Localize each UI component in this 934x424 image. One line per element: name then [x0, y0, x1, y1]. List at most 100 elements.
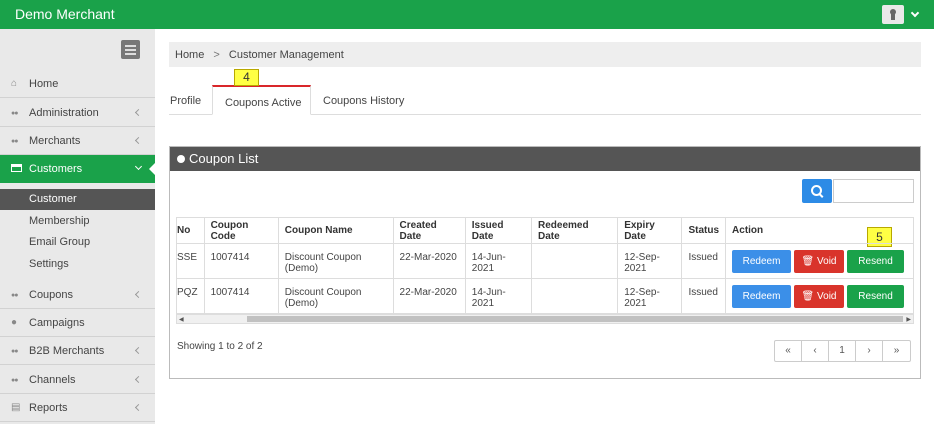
breadcrumb-home[interactable]: Home [175, 49, 204, 61]
resend-button[interactable]: Resend [847, 285, 905, 308]
coupon-list-panel: Coupon List No Coupon Code Coupon Name C… [169, 146, 921, 379]
sidebar-item-customers[interactable]: Customers [0, 155, 155, 183]
panel-header: Coupon List [170, 147, 920, 171]
tab-coupons-active[interactable]: Coupons Active [212, 85, 311, 115]
sidebar-item-coupons[interactable]: Coupons [0, 281, 155, 309]
col-header-no[interactable]: No [176, 217, 205, 244]
card-icon [11, 164, 22, 172]
chevron-left-icon [134, 290, 143, 299]
sidebar-subitem-membership[interactable]: Membership [0, 211, 155, 232]
table-row: PQZ 1007414 Discount Coupon (Demo) 22-Ma… [176, 278, 914, 314]
trash-icon: 🗑 [801, 256, 818, 267]
sidebar-item-merchants[interactable]: Merchants [0, 127, 155, 155]
horizontal-scrollbar[interactable]: ◀ ▶ [176, 314, 914, 324]
col-header-redeemed-date[interactable]: Redeemed Date [530, 217, 619, 244]
chevron-left-icon [134, 375, 143, 384]
resend-button[interactable]: Resend [847, 250, 905, 273]
cell-actions: Redeem 🗑 Void Resend [725, 278, 914, 314]
sidebar: Home Administration Merchants Customers … [0, 29, 155, 424]
trash-icon: 🗑 [801, 291, 818, 302]
sidebar-item-label: Coupons [29, 289, 74, 301]
cell-no: SSE [176, 243, 205, 279]
users-icon [11, 290, 22, 299]
chevron-down-icon [134, 162, 143, 171]
sidebar-subitem-customer[interactable]: Customer [0, 189, 155, 210]
col-header-coupon-name[interactable]: Coupon Name [277, 217, 394, 244]
scroll-left-icon[interactable]: ◀ [179, 316, 184, 323]
pagination: « ‹ 1 › » [774, 340, 911, 362]
top-bar: Demo Merchant [0, 0, 934, 29]
void-label: Void [817, 256, 837, 267]
tab-profile[interactable]: Profile [169, 85, 211, 115]
page-last-button[interactable]: » [883, 341, 910, 361]
scrollbar-thumb[interactable] [247, 316, 903, 322]
cart-icon [11, 403, 22, 412]
scroll-right-icon[interactable]: ▶ [906, 316, 911, 323]
sidebar-item-b2b-merchants[interactable]: B2B Merchants [0, 337, 155, 365]
page-number-button[interactable]: 1 [829, 341, 856, 361]
cell-issued-date: 14-Jun-2021 [464, 278, 533, 314]
col-header-status[interactable]: Status [681, 217, 727, 244]
sidebar-item-label: Channels [29, 374, 76, 386]
cell-expiry-date: 12-Sep-2021 [617, 243, 683, 279]
col-header-coupon-code[interactable]: Coupon Code [203, 217, 279, 244]
col-header-action: Action [725, 217, 914, 244]
page-prev-button[interactable]: ‹ [802, 341, 829, 361]
user-menu[interactable] [882, 5, 920, 24]
menu-toggle-icon[interactable] [121, 40, 140, 59]
chevron-down-icon[interactable] [910, 8, 920, 18]
sidebar-item-administration[interactable]: Administration [0, 99, 155, 127]
page-first-button[interactable]: « [775, 341, 802, 361]
users-icon [11, 108, 22, 117]
sidebar-subitem-label: Settings [29, 258, 69, 270]
cell-redeemed-date [530, 278, 619, 314]
cell-status: Issued [681, 243, 727, 279]
breadcrumb: Home > Customer Management [169, 42, 921, 67]
void-button[interactable]: 🗑 Void [794, 285, 845, 308]
cell-actions: Redeem 🗑 Void Resend [725, 243, 914, 279]
tab-bar: Profile Coupons Active Coupons History [169, 85, 921, 115]
redeem-button[interactable]: Redeem [732, 250, 792, 273]
sidebar-item-campaigns[interactable]: Campaigns [0, 309, 155, 337]
redeem-button[interactable]: Redeem [732, 285, 792, 308]
page-next-button[interactable]: › [856, 341, 883, 361]
col-header-expiry-date[interactable]: Expiry Date [617, 217, 683, 244]
breadcrumb-separator: > [213, 49, 220, 61]
annotation-marker-4: 4 [234, 69, 259, 86]
cell-status: Issued [681, 278, 727, 314]
sidebar-item-reports[interactable]: Reports [0, 394, 155, 422]
void-button[interactable]: 🗑 Void [794, 250, 845, 273]
cell-coupon-code: 1007414 [203, 243, 279, 279]
breadcrumb-current: Customer Management [228, 49, 344, 61]
cell-coupon-name: Discount Coupon (Demo) [277, 278, 394, 314]
col-header-issued-date[interactable]: Issued Date [464, 217, 533, 244]
user-avatar-icon[interactable] [882, 5, 904, 24]
sidebar-item-label: Customers [29, 163, 83, 175]
cell-issued-date: 14-Jun-2021 [464, 243, 533, 279]
home-icon [11, 79, 22, 88]
table-row: SSE 1007414 Discount Coupon (Demo) 22-Ma… [176, 243, 914, 279]
sidebar-subitem-label: Membership [29, 215, 90, 227]
cell-coupon-name: Discount Coupon (Demo) [277, 243, 394, 279]
sidebar-item-label: B2B Merchants [29, 345, 105, 357]
col-header-created-date[interactable]: Created Date [392, 217, 466, 244]
collapse-icon[interactable] [177, 155, 185, 163]
sidebar-subitem-label: Email Group [29, 236, 91, 248]
chevron-left-icon [134, 136, 143, 145]
cell-created-date: 22-Mar-2020 [392, 243, 466, 279]
search-button[interactable] [802, 179, 832, 203]
chevron-left-icon [134, 346, 143, 355]
sidebar-subitem-settings[interactable]: Settings [0, 254, 155, 275]
search-input[interactable] [833, 179, 914, 203]
tab-coupons-history[interactable]: Coupons History [323, 85, 423, 115]
sidebar-item-label: Reports [29, 402, 68, 414]
sidebar-subitem-email-group[interactable]: Email Group [0, 232, 155, 253]
panel-title: Coupon List [189, 151, 259, 166]
coupon-table: No Coupon Code Coupon Name Created Date … [176, 217, 914, 314]
sidebar-item-channels[interactable]: Channels [0, 366, 155, 394]
brand-title[interactable]: Demo Merchant [15, 6, 115, 22]
cell-no: PQZ [176, 278, 205, 314]
sidebar-item-label: Administration [29, 107, 99, 119]
showing-count: Showing 1 to 2 of 2 [177, 341, 263, 352]
sidebar-item-home[interactable]: Home [0, 70, 155, 98]
